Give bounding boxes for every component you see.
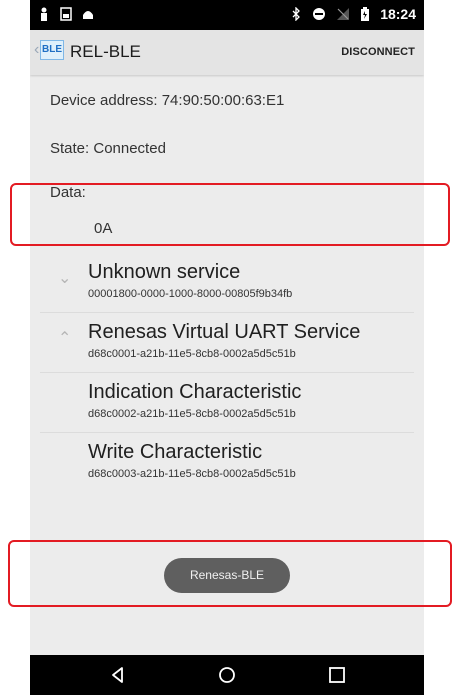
characteristic-name: Write Characteristic [88,441,263,463]
do-not-disturb-icon [313,8,326,20]
navigation-bar [30,655,424,695]
service-uuid: d68c0001-a21b-11e5-8cb8-0002a5d5c51b [88,348,296,360]
disconnect-button[interactable]: DISCONNECT [341,46,415,58]
characteristic-row-indication[interactable]: Indication Characteristic d68c0002-a21b-… [40,378,414,432]
service-row-renesas-uart[interactable]: ⌃ Renesas Virtual UART Service d68c0001-… [40,318,414,372]
no-signal-icon [337,8,350,20]
person-icon [41,7,47,21]
bluetooth-icon [292,7,301,21]
chevron-up-icon: ⌃ [58,330,72,347]
service-name: Renesas Virtual UART Service [88,321,361,343]
divider [40,372,414,373]
characteristic-name: Indication Characteristic [88,381,302,403]
device-address: Device address: 74:90:50:00:63:E1 [50,92,285,109]
android-icon [83,11,93,19]
battery-icon [361,7,370,21]
status-bar: 18:24 [30,0,424,30]
status-time: 18:24 [380,6,416,22]
action-bar: ‹ BLE REL-BLE DISCONNECT [30,30,424,75]
highlight-box-data [10,183,450,246]
divider [40,312,414,313]
app-logo: BLE [40,40,64,60]
highlight-box-toast [8,540,452,607]
chevron-down-icon: ⌄ [58,270,72,287]
characteristic-uuid: d68c0003-a21b-11e5-8cb8-0002a5d5c51b [88,468,296,480]
app-title: REL-BLE [70,42,141,61]
recents-icon[interactable] [327,665,347,685]
divider [40,432,414,433]
service-name: Unknown service [88,261,241,283]
service-row-unknown[interactable]: ⌄ Unknown service 00001800-0000-1000-800… [40,258,414,312]
characteristic-row-write[interactable]: Write Characteristic d68c0003-a21b-11e5-… [40,438,414,492]
characteristic-uuid: d68c0002-a21b-11e5-8cb8-0002a5d5c51b [88,408,296,420]
service-uuid: 00001800-0000-1000-8000-00805f9b34fb [88,288,293,300]
connection-state: State: Connected [50,140,166,157]
back-icon[interactable] [108,665,128,685]
back-chevron-icon[interactable]: ‹ [34,41,39,59]
home-icon[interactable] [217,665,237,685]
sd-card-icon [60,7,72,21]
